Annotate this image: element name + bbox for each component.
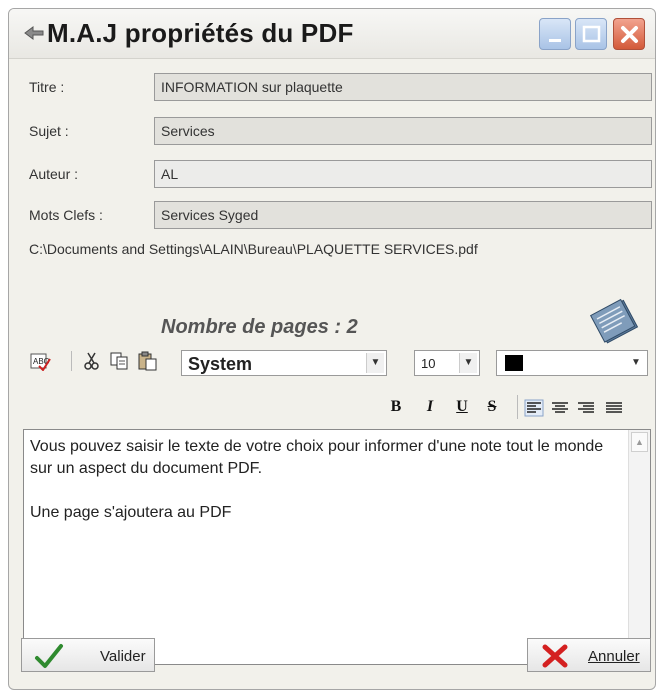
auteur-label: Auteur : bbox=[29, 166, 79, 182]
note-editor[interactable]: Vous pouvez saisir le texte de votre cho… bbox=[23, 429, 651, 665]
italic-button[interactable]: I bbox=[417, 394, 443, 420]
maximize-button[interactable] bbox=[575, 18, 607, 50]
editor-blank-line bbox=[30, 480, 612, 502]
mots-clefs-label: Mots Clefs : bbox=[29, 207, 103, 223]
checkmark-icon bbox=[35, 644, 63, 668]
pdf-properties-dialog: M.A.J propriétés du PDF Titre : INFORMAT… bbox=[8, 8, 656, 690]
scroll-up-icon[interactable]: ▲ bbox=[631, 432, 648, 452]
editor-paragraph: Vous pouvez saisir le texte de votre cho… bbox=[30, 438, 604, 477]
titre-label: Titre : bbox=[29, 79, 65, 95]
color-swatch bbox=[505, 355, 523, 371]
file-path: C:\Documents and Settings\ALAIN\Bureau\P… bbox=[29, 241, 478, 257]
paste-icon[interactable] bbox=[137, 351, 159, 371]
align-justify-icon[interactable] bbox=[603, 399, 625, 417]
annuler-button[interactable]: Annuler bbox=[527, 638, 651, 672]
editor-content[interactable]: Vous pouvez saisir le texte de votre cho… bbox=[30, 436, 612, 524]
toolbar-separator bbox=[71, 351, 72, 371]
chevron-down-icon[interactable]: ▼ bbox=[459, 353, 477, 373]
spellcheck-icon[interactable]: ABC bbox=[29, 351, 51, 372]
titre-input[interactable]: INFORMATION sur plaquette bbox=[154, 73, 652, 101]
sujet-input[interactable]: Services bbox=[154, 117, 652, 145]
sujet-label: Sujet : bbox=[29, 123, 69, 139]
page-count: Nombre de pages : 2 bbox=[161, 316, 358, 338]
editor-paragraph: Une page s'ajoutera au PDF bbox=[30, 504, 232, 521]
auteur-input[interactable]: AL bbox=[154, 160, 652, 188]
font-value: System bbox=[188, 354, 253, 374]
align-center-icon[interactable] bbox=[549, 399, 571, 417]
bold-button[interactable]: B bbox=[383, 394, 409, 420]
close-icon bbox=[621, 26, 638, 43]
title-bar[interactable]: M.A.J propriétés du PDF bbox=[9, 9, 655, 59]
valider-label: Valider bbox=[100, 648, 146, 665]
chevron-down-icon[interactable]: ▼ bbox=[366, 353, 384, 373]
valider-button[interactable]: Valider bbox=[21, 638, 155, 672]
font-select[interactable]: System ▼ bbox=[181, 350, 387, 376]
document-stack-icon bbox=[585, 297, 645, 354]
underline-button[interactable]: U bbox=[449, 394, 475, 420]
strikethrough-button[interactable]: S bbox=[479, 394, 505, 420]
window-title: M.A.J propriétés du PDF bbox=[47, 18, 354, 48]
mots-clefs-input[interactable]: Services Syged bbox=[154, 201, 652, 229]
editor-scrollbar[interactable]: ▲ ▼ bbox=[628, 430, 650, 664]
chevron-down-icon[interactable]: ▼ bbox=[627, 353, 645, 373]
scissors-icon[interactable] bbox=[81, 351, 103, 371]
close-button[interactable] bbox=[613, 18, 645, 50]
minimize-button[interactable] bbox=[539, 18, 571, 50]
red-x-icon bbox=[542, 644, 568, 668]
pdf-arrow-icon bbox=[23, 23, 45, 43]
align-right-icon[interactable] bbox=[575, 399, 597, 417]
font-size-select[interactable]: 10 ▼ bbox=[414, 350, 480, 376]
annuler-label: Annuler bbox=[588, 648, 640, 665]
maximize-icon bbox=[582, 25, 601, 43]
text-color-select[interactable]: ▼ bbox=[496, 350, 648, 376]
font-size-value: 10 bbox=[421, 356, 436, 371]
minimize-icon bbox=[549, 39, 561, 42]
align-left-icon[interactable] bbox=[523, 399, 545, 417]
copy-icon[interactable] bbox=[109, 351, 131, 371]
format-separator bbox=[517, 395, 518, 419]
